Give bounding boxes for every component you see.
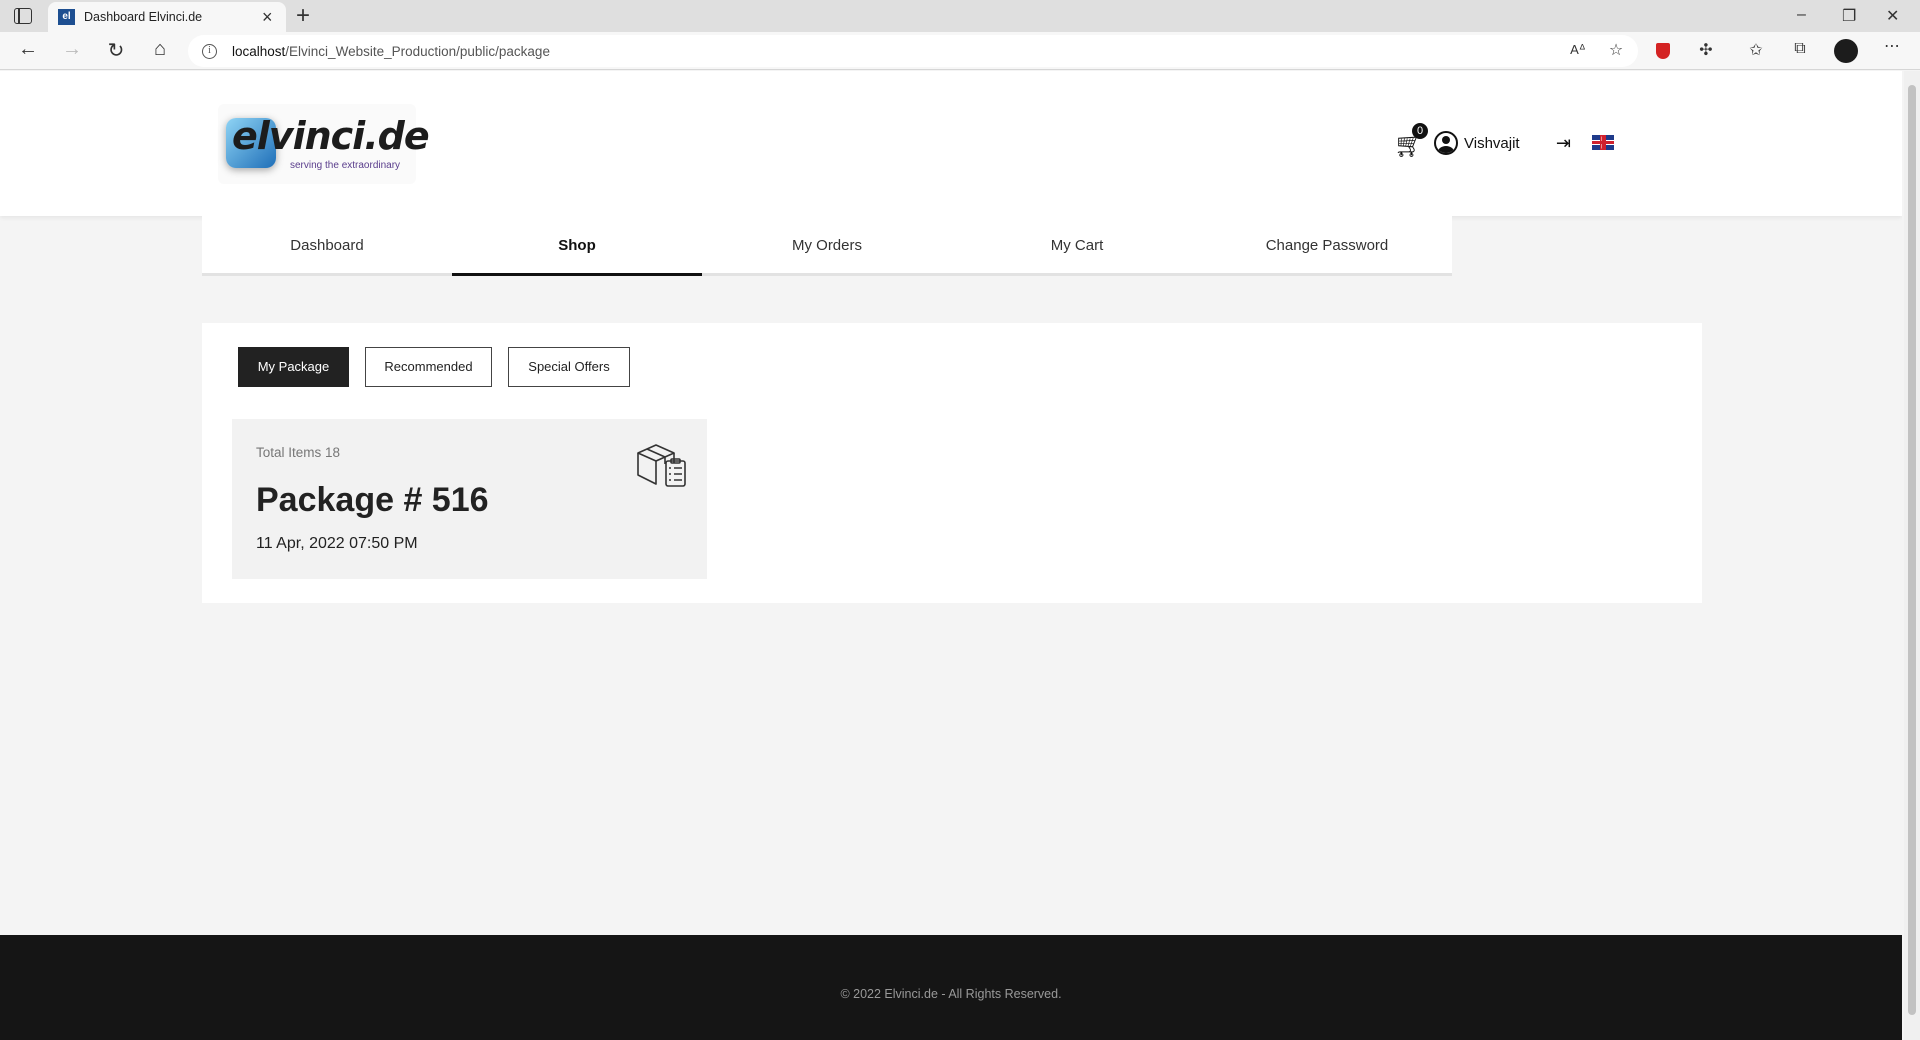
package-date: 11 Apr, 2022 07:50 PM <box>256 535 418 552</box>
home-icon[interactable]: ⌂ <box>148 38 172 61</box>
cart-count-badge: 0 <box>1412 123 1428 139</box>
user-icon <box>1434 131 1458 155</box>
favicon-icon: el <box>58 9 75 25</box>
package-total-items: Total Items 18 <box>256 445 341 460</box>
site-footer: © 2022 Elvinci.de - All Rights Reserved. <box>0 935 1902 1040</box>
tab-my-cart[interactable]: My Cart <box>952 216 1202 276</box>
more-menu-icon[interactable]: ⋯ <box>1880 36 1904 56</box>
logo-text: elvinci.de <box>232 114 430 158</box>
package-box-icon <box>637 444 686 487</box>
package-card[interactable]: Total Items 18 Package # 516 11 Apr, 202… <box>232 419 707 579</box>
refresh-icon[interactable]: ↻ <box>104 38 128 63</box>
logo-tagline: serving the extraordinary <box>290 160 401 171</box>
recommended-button[interactable]: Recommended <box>365 347 492 387</box>
footer-copyright: © 2022 Elvinci.de - All Rights Reserved. <box>840 987 1062 1001</box>
main-nav: Dashboard Shop My Orders My Cart Change … <box>202 216 1452 276</box>
browser-toolbar: ← → ↻ ⌂ i localhost/Elvinci_Website_Prod… <box>0 32 1920 70</box>
browser-tab[interactable]: el Dashboard Elvinci.de × <box>48 2 286 32</box>
browser-profile-icon[interactable] <box>1834 39 1858 63</box>
address-bar[interactable]: i localhost/Elvinci_Website_Production/p… <box>188 35 1638 67</box>
cart-button[interactable]: 🛒︎ 0 <box>1394 123 1428 159</box>
read-aloud-icon[interactable]: Aᐞ <box>1566 42 1590 58</box>
minimize-icon[interactable]: – <box>1797 6 1806 24</box>
scrollbar-thumb[interactable] <box>1908 85 1916 1015</box>
close-window-icon[interactable]: ✕ <box>1886 6 1899 26</box>
uk-flag-icon[interactable] <box>1592 135 1614 150</box>
back-icon[interactable]: ← <box>16 38 40 61</box>
tab-dashboard[interactable]: Dashboard <box>202 216 452 276</box>
restore-icon[interactable]: ❐ <box>1842 6 1856 26</box>
site-info-icon[interactable]: i <box>202 44 217 59</box>
forward-icon[interactable]: → <box>60 38 84 61</box>
favorite-icon[interactable]: ☆ <box>1604 40 1628 60</box>
tab-actions-icon[interactable] <box>14 8 32 24</box>
url-text[interactable]: localhost/Elvinci_Website_Production/pub… <box>232 44 550 59</box>
user-menu[interactable]: Vishvajit <box>1434 129 1520 157</box>
shop-panel: My Package Recommended Special Offers To… <box>202 323 1702 603</box>
page: elvinci.de serving the extraordinary 🛒︎ … <box>0 71 1902 1040</box>
logout-icon[interactable]: ⇥ <box>1556 133 1571 154</box>
site-header: elvinci.de serving the extraordinary 🛒︎ … <box>0 71 1902 216</box>
page-scrollbar[interactable] <box>1904 71 1920 1040</box>
tab-my-orders[interactable]: My Orders <box>702 216 952 276</box>
my-package-button[interactable]: My Package <box>238 347 349 387</box>
close-tab-icon[interactable]: × <box>262 7 273 28</box>
user-name: Vishvajit <box>1464 134 1520 152</box>
browser-tab-bar: el Dashboard Elvinci.de × + – ❐ ✕ <box>0 0 1920 32</box>
special-offers-button[interactable]: Special Offers <box>508 347 630 387</box>
extensions-icon[interactable]: ✣ <box>1694 40 1718 60</box>
collections-icon[interactable]: ⧉ <box>1788 40 1812 58</box>
tab-change-password[interactable]: Change Password <box>1202 216 1452 276</box>
flag-cross-v <box>1601 135 1605 150</box>
new-tab-icon[interactable]: + <box>296 2 310 30</box>
logo[interactable]: elvinci.de serving the extraordinary <box>218 104 430 184</box>
package-title: Package # 516 <box>256 481 489 519</box>
shield-icon[interactable] <box>1656 43 1670 59</box>
tab-shop[interactable]: Shop <box>452 216 702 276</box>
tab-title: Dashboard Elvinci.de <box>84 10 203 24</box>
favorites-list-icon[interactable]: ✩ <box>1744 40 1768 60</box>
